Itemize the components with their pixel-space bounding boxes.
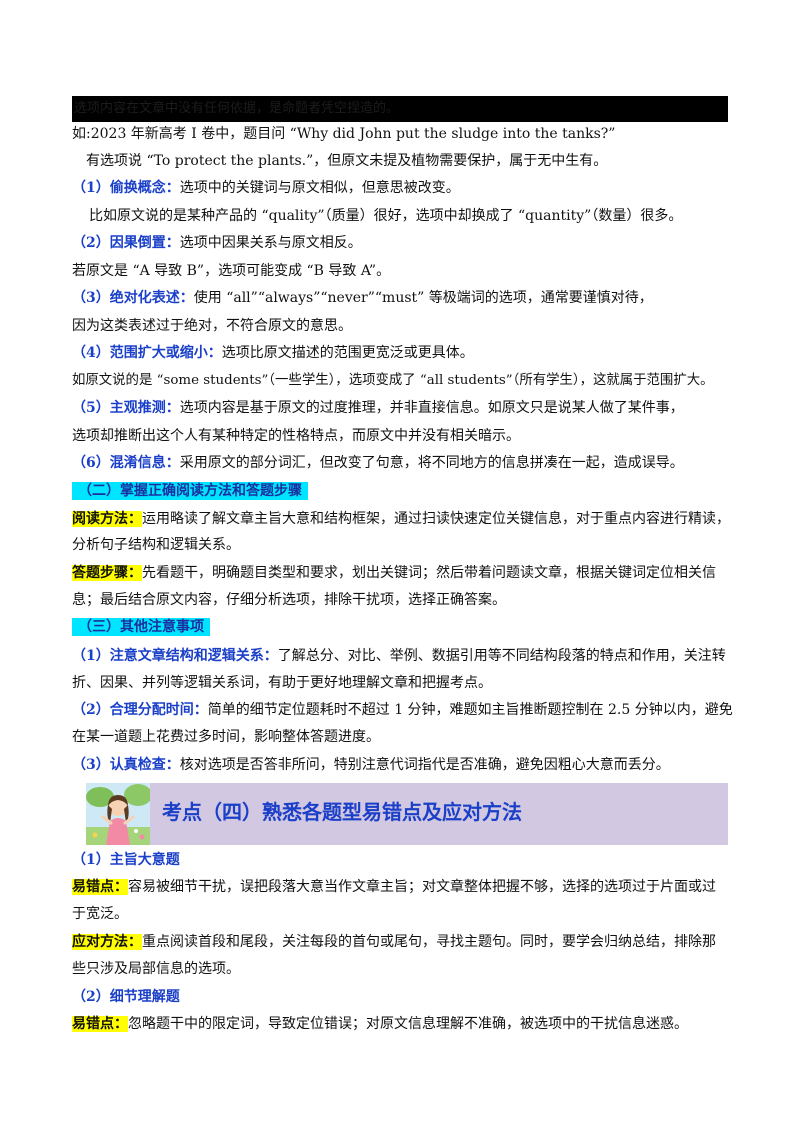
section-heading: （二）掌握正确阅读方法和答题步骤 [72, 481, 308, 501]
section-heading-label: （二）掌握正确阅读方法和答题步骤 [72, 482, 308, 500]
text-line: 于宽泛。 [72, 906, 128, 922]
point-text: 使用 “all”“always”“never”“must” 等极端词的选项，通常… [193, 290, 653, 306]
para-text: 运用略读了解文章主旨大意和结构框架，通过扫读快速定位关键信息，对于重点内容进行精… [142, 511, 730, 527]
point-text: 选项比原文描述的范围更宽泛或更具体。 [221, 345, 474, 361]
point-line: （2）因果倒置：选项中因果关系与原文相反。 [72, 233, 362, 253]
point-line: （5）主观推测：选项内容是基于原文的过度推理，并非直接信息。如原文只是说某人做了… [72, 398, 684, 418]
girl-illustration-image [86, 783, 150, 845]
text-line: 分析句子结构和逻辑关系。 [72, 537, 240, 553]
point-text: 简单的细节定位题耗时不超过 1 分钟，难题如主旨推断题控制在 2.5 分钟以内，… [207, 702, 733, 718]
point-label: （5）主观推测： [72, 400, 180, 416]
subsection-label: （1）主旨大意题 [72, 852, 180, 868]
point-text: 选项内容是基于原文的过度推理，并非直接信息。如原文只是说某人做了某件事， [179, 400, 684, 416]
section-heading-label: （三）其他注意事项 [72, 618, 210, 636]
point-line: （2）合理分配时间：简单的细节定位题耗时不超过 1 分钟，难题如主旨推断题控制在… [72, 700, 733, 720]
subsection-label: （2）细节理解题 [72, 989, 180, 1005]
point-label: （6）混淆信息： [72, 455, 180, 471]
para-tag: 阅读方法： [72, 511, 142, 527]
para-text: 先看题干，明确题目类型和要求，划出关键词；然后带着问题读文章，根据关键词定位相关… [142, 565, 716, 581]
point-line: （1）偷换概念：选项中的关键词与原文相似，但意思被改变。 [72, 178, 460, 198]
para-text: 容易被细节干扰，误把段落大意当作文章主旨；对文章整体把握不够，选择的选项过于片面… [128, 879, 716, 895]
para-line: 易错点：容易被细节干扰，误把段落大意当作文章主旨；对文章整体把握不够，选择的选项… [72, 877, 716, 897]
document-page: 选项内容在文章中没有任何依据，是命题者凭空捏造的。 如:2023 年新高考 I … [0, 0, 800, 1132]
para-line: 阅读方法：运用略读了解文章主旨大意和结构框架，通过扫读快速定位关键信息，对于重点… [72, 509, 730, 529]
para-tag: 应对方法： [72, 934, 142, 950]
point-line: （4）范围扩大或缩小：选项比原文描述的范围更宽泛或更具体。 [72, 343, 474, 363]
point-text: 核对选项是否答非所问，特别注意代词指代是否准确，避免因粗心大意而丢分。 [179, 757, 670, 773]
header-strip: 选项内容在文章中没有任何依据，是命题者凭空捏造的。 [72, 96, 728, 122]
point-label: （3）绝对化表述： [72, 290, 194, 306]
point-line: （3）认真检查：核对选项是否答非所问，特别注意代词指代是否准确，避免因粗心大意而… [72, 755, 670, 775]
section-heading: （三）其他注意事项 [72, 617, 210, 637]
text-line: 比如原文说的是某种产品的 “quality”（质量）很好，选项中却换成了 “qu… [89, 208, 683, 224]
text-line: 有选项说 “To protect the plants.”，但原文未提及植物需要… [86, 153, 608, 169]
point-label: （1）注意文章结构和逻辑关系： [72, 648, 278, 664]
point-line: （6）混淆信息：采用原文的部分词汇，但改变了句意，将不同地方的信息拼凑在一起，造… [72, 453, 684, 473]
banner-title: 考点（四）熟悉各题型易错点及应对方法 [162, 800, 522, 824]
para-line: 应对方法：重点阅读首段和尾段，关注每段的首句或尾句，寻找主题句。同时，要学会归纳… [72, 932, 716, 952]
text-line: 些只涉及局部信息的选项。 [72, 961, 240, 977]
text-line: 折、因果、并列等逻辑关系词，有助于更好地理解文章和把握考点。 [72, 675, 492, 691]
text-line: 选项却推断出这个人有某种特定的性格特点，而原文中并没有相关暗示。 [72, 428, 520, 444]
text-line: 息；最后结合原文内容，仔细分析选项，排除干扰项，选择正确答案。 [72, 592, 506, 608]
para-tag: 答题步骤： [72, 565, 142, 581]
point-text: 采用原文的部分词汇，但改变了句意，将不同地方的信息拼凑在一起，造成误导。 [179, 455, 684, 471]
point-text: 了解总分、对比、举例、数据引用等不同结构段落的特点和作用，关注转 [277, 648, 726, 664]
para-tag: 易错点： [72, 879, 128, 895]
point-label: （1）偷换概念： [72, 180, 180, 196]
para-text: 重点阅读首段和尾段，关注每段的首句或尾句，寻找主题句。同时，要学会归纳总结，排除… [142, 934, 716, 950]
point-label: （4）范围扩大或缩小： [72, 345, 222, 361]
para-line: 易错点：忽略题干中的限定词，导致定位错误；对原文信息理解不准确，被选项中的干扰信… [72, 1014, 688, 1034]
point-line: （3）绝对化表述：使用 “all”“always”“never”“must” 等… [72, 288, 653, 308]
point-text: 选项中的关键词与原文相似，但意思被改变。 [179, 180, 460, 196]
point-label: （2）合理分配时间： [72, 702, 208, 718]
para-text: 忽略题干中的限定词，导致定位错误；对原文信息理解不准确，被选项中的干扰信息迷惑。 [128, 1016, 688, 1032]
point-text: 选项中因果关系与原文相反。 [179, 235, 362, 251]
point-label: （3）认真检查： [72, 757, 180, 773]
text-line: 如原文说的是 “some students”（一些学生），选项变成了 “all … [72, 373, 714, 388]
point-label: （2）因果倒置： [72, 235, 180, 251]
subsection-line: （2）细节理解题 [72, 987, 180, 1007]
text-line: 若原文是 “A 导致 B”，选项可能变成 “B 导致 A”。 [72, 263, 391, 279]
para-line: 答题步骤：先看题干，明确题目类型和要求，划出关键词；然后带着问题读文章，根据关键… [72, 563, 716, 583]
subsection-line: （1）主旨大意题 [72, 850, 180, 870]
text-line: 因为这类表述过于绝对，不符合原文的意思。 [72, 318, 352, 334]
para-tag: 易错点： [72, 1016, 128, 1032]
text-line: 在某一道题上花费过多时间，影响整体答题进度。 [72, 729, 380, 745]
point-line: （1）注意文章结构和逻辑关系：了解总分、对比、举例、数据引用等不同结构段落的特点… [72, 646, 726, 666]
text-line: 如:2023 年新高考 I 卷中，题目问 “Why did John put t… [72, 126, 616, 142]
